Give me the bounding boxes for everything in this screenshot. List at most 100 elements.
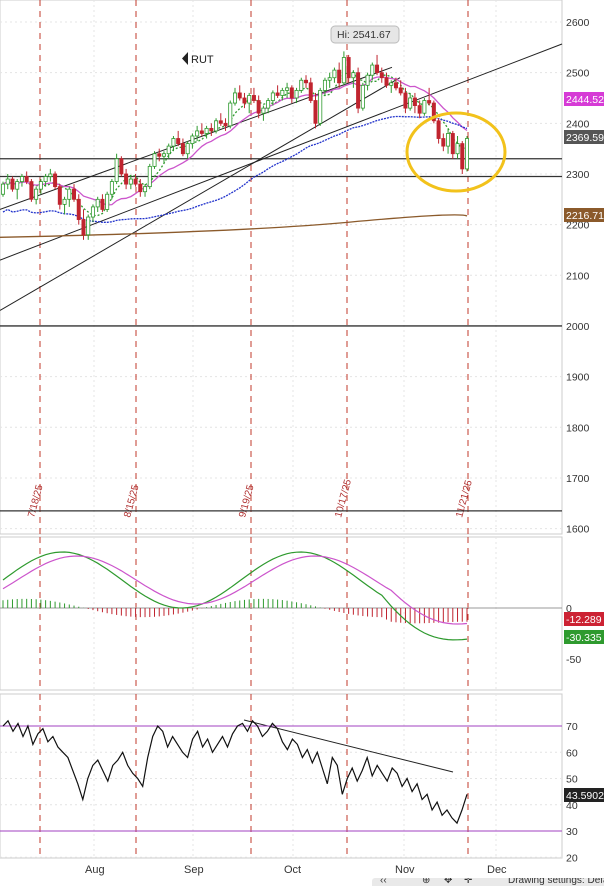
candle-body <box>403 92 408 109</box>
candle-body <box>455 143 460 155</box>
rsi-pane <box>0 693 563 859</box>
price-tick-label: 1800 <box>566 422 590 434</box>
candle-body <box>0 183 6 195</box>
month-tick-label: Nov <box>395 864 415 876</box>
candle-body <box>327 77 332 81</box>
candle-body <box>356 72 361 109</box>
candle-body <box>81 219 86 236</box>
candle-body <box>43 176 48 182</box>
candle-body <box>266 100 271 109</box>
candle-body <box>441 138 446 147</box>
price-tick-label: 1700 <box>566 473 590 485</box>
candle-body <box>100 198 105 210</box>
candle-body <box>143 186 148 193</box>
price-pane <box>0 0 563 535</box>
candle-body <box>247 95 252 104</box>
price-tick-label: 2500 <box>566 68 590 80</box>
candle-body <box>180 143 185 155</box>
high-label: Hi: 2541.67 <box>337 29 391 41</box>
rut-chart: 7/18/25 8/15/25 9/19/25 10/17/25 11/21/25 RU… <box>0 0 604 876</box>
candle-body <box>436 120 441 139</box>
candle-body <box>76 198 81 220</box>
macd-value-text: -30.335 <box>566 632 602 644</box>
candle-body <box>256 100 261 114</box>
candle-body <box>114 158 119 182</box>
candle-body <box>322 79 327 91</box>
candle-body <box>237 92 242 99</box>
candle-body <box>275 92 280 96</box>
candle-body <box>105 193 110 210</box>
candle-body <box>304 79 309 84</box>
price-tick-label: 2000 <box>566 321 590 333</box>
candle-body <box>450 133 455 155</box>
candle-body <box>176 138 181 144</box>
candle-body <box>285 87 290 91</box>
candle-body <box>199 130 204 134</box>
macd-tick-label: -50 <box>566 654 581 666</box>
price-label-text: 2216.71 <box>566 210 604 222</box>
candle-body <box>10 178 15 190</box>
candle-body <box>90 206 95 218</box>
candle-body <box>464 138 469 170</box>
candle-body <box>242 97 247 104</box>
candle-body <box>53 173 58 188</box>
candle-body <box>223 122 228 127</box>
price-tick-label: 2100 <box>566 270 590 282</box>
candle-body <box>228 102 233 127</box>
rsi-value-text: 43.5902 <box>566 790 604 802</box>
rsi-tick-label: 20 <box>566 852 578 864</box>
candle-body <box>48 173 53 177</box>
drawing-toolbar[interactable]: ‹‹ ⊕ ✥ ✛ Drawing settings: Default <box>372 878 604 886</box>
month-tick-label: Sep <box>184 864 204 876</box>
candle-body <box>161 153 166 157</box>
candle-body <box>86 216 91 236</box>
price-label-text: 2444.52 <box>566 94 604 106</box>
candle-body <box>232 92 237 104</box>
candle-body <box>95 198 100 208</box>
candle-body <box>341 57 346 84</box>
candle-body <box>412 97 417 106</box>
price-tick-label: 1600 <box>566 524 590 536</box>
candle-body <box>128 178 133 185</box>
candle-body <box>147 165 152 188</box>
candle-body <box>24 176 29 182</box>
crosshair-icon[interactable]: ✛ <box>464 878 472 886</box>
candle-body <box>270 92 275 101</box>
month-tick-label: Oct <box>284 864 301 876</box>
candle-body <box>417 105 422 114</box>
candle-body <box>313 100 318 124</box>
candle-body <box>138 183 143 193</box>
candle-body <box>209 127 214 132</box>
chevron-icon[interactable]: ‹‹ <box>380 878 387 886</box>
price-tick-label: 2300 <box>566 169 590 181</box>
pan-icon[interactable]: ✥ <box>444 878 452 886</box>
candle-body <box>124 173 129 185</box>
candle-body <box>171 138 176 147</box>
candle-body <box>261 107 266 114</box>
candle-body <box>166 145 171 155</box>
candle-body <box>460 143 465 170</box>
candle-body <box>318 89 323 124</box>
candle-body <box>408 97 413 109</box>
candle-body <box>375 64 380 74</box>
candle-body <box>370 64 375 76</box>
candle-body <box>133 178 138 185</box>
candle-body <box>204 127 209 134</box>
zoom-in-icon[interactable]: ⊕ <box>422 878 430 886</box>
candle-body <box>384 77 389 86</box>
candle-body <box>446 133 451 147</box>
chart-root: 7/18/25 8/15/25 9/19/25 10/17/25 11/21/25 RU… <box>0 0 604 886</box>
candle-body <box>393 82 398 89</box>
candle-body <box>427 100 432 104</box>
chart-title: RUT <box>191 54 214 66</box>
candle-body <box>38 181 43 190</box>
price-tick-label: 2600 <box>566 17 590 29</box>
candle-body <box>157 153 162 157</box>
month-tick-label: Aug <box>85 864 105 876</box>
candle-body <box>15 181 20 190</box>
macd-value-text: -12.289 <box>566 614 602 626</box>
candle-body <box>57 186 62 205</box>
candle-body <box>152 153 157 167</box>
candle-body <box>389 82 394 86</box>
candle-body <box>422 100 427 114</box>
